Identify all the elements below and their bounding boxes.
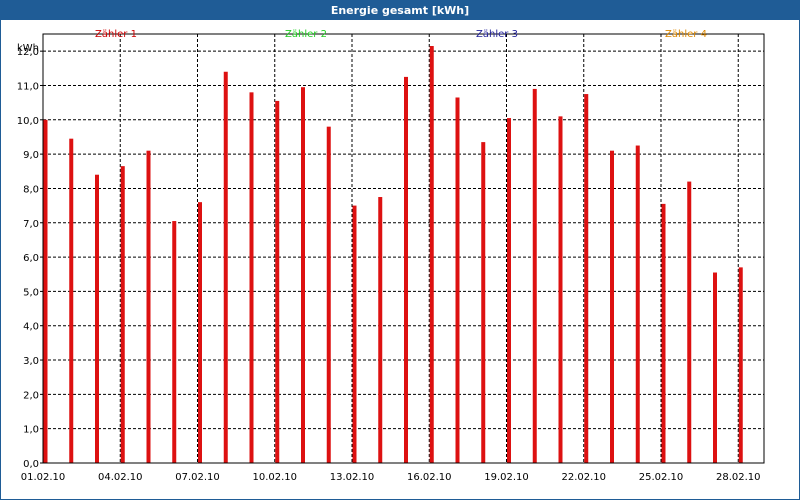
legend-entry: Zähler 4 bbox=[665, 29, 707, 40]
y-tick-label: 4,0 bbox=[23, 322, 39, 333]
y-tick-label: 5,0 bbox=[23, 287, 39, 298]
legend-entry: Zähler 3 bbox=[476, 29, 518, 40]
x-tick-label: 10.02.10 bbox=[252, 472, 297, 483]
y-tick-label: 7,0 bbox=[23, 219, 39, 230]
bar bbox=[95, 174, 99, 463]
bar bbox=[198, 202, 202, 463]
x-tick-label: 28.02.10 bbox=[716, 472, 761, 483]
x-tick-label: 16.02.10 bbox=[407, 472, 452, 483]
bar bbox=[738, 267, 743, 463]
x-tick-labels: 01.02.10 04.02.10 07.02.10 10.02.10 13.02.10… bbox=[21, 472, 761, 483]
y-tick-label: 9,0 bbox=[23, 150, 39, 161]
bar bbox=[713, 272, 717, 463]
plot-frame bbox=[42, 33, 765, 464]
bar bbox=[507, 118, 511, 464]
bars bbox=[43, 46, 743, 464]
x-tick-label: 13.02.10 bbox=[330, 472, 375, 483]
x-tick-label: 04.02.10 bbox=[98, 472, 143, 483]
legend-entry: Zähler 1 bbox=[95, 29, 137, 40]
bar bbox=[378, 197, 383, 463]
y-tick-labels: 0,01,02,03,04,05,06,07,08,09,010,011,012… bbox=[17, 47, 39, 470]
grid bbox=[43, 34, 764, 463]
bar bbox=[172, 221, 177, 463]
bar bbox=[223, 71, 228, 463]
bar bbox=[558, 116, 563, 464]
bar bbox=[687, 181, 692, 464]
legend-entry: Zähler 2 bbox=[285, 29, 327, 40]
y-tick-label: 0,0 bbox=[23, 459, 39, 470]
bar bbox=[635, 145, 640, 464]
bar bbox=[275, 100, 280, 463]
bar bbox=[661, 203, 666, 463]
bar bbox=[69, 138, 74, 463]
bar bbox=[610, 150, 614, 464]
x-tick-label: 01.02.10 bbox=[21, 472, 66, 483]
bar bbox=[43, 119, 48, 464]
bar bbox=[481, 142, 486, 463]
chart-area: 0,01,02,03,04,05,06,07,08,09,010,011,012… bbox=[17, 29, 765, 483]
bar bbox=[532, 88, 537, 464]
y-tick-label: 2,0 bbox=[23, 390, 39, 401]
y-tick-label: 3,0 bbox=[23, 356, 39, 367]
y-tick-label: 6,0 bbox=[23, 253, 39, 264]
bar bbox=[429, 46, 434, 464]
y-tick-label: 1,0 bbox=[23, 425, 39, 436]
x-tick-label: 22.02.10 bbox=[561, 472, 606, 483]
bar bbox=[249, 92, 254, 464]
bar bbox=[120, 166, 125, 463]
bar bbox=[301, 87, 305, 464]
y-tick-label: 10,0 bbox=[17, 116, 39, 127]
chart-window: Energie gesamt [kWh] 0,0 1,0 2,0 3,0 4,0 5,0 6… bbox=[0, 0, 800, 500]
bar bbox=[404, 76, 408, 464]
y-unit-label: kWh bbox=[17, 43, 39, 54]
bar bbox=[146, 150, 151, 464]
x-tick-label: 07.02.10 bbox=[175, 472, 220, 483]
y-tick-label: 11,0 bbox=[17, 81, 39, 92]
x-tick-label: 25.02.10 bbox=[639, 472, 684, 483]
bar bbox=[352, 205, 357, 463]
x-tick-label: 19.02.10 bbox=[484, 472, 529, 483]
y-tick-label: 8,0 bbox=[23, 184, 39, 195]
bar bbox=[326, 126, 331, 463]
bar bbox=[584, 94, 589, 463]
bar bbox=[455, 97, 460, 463]
